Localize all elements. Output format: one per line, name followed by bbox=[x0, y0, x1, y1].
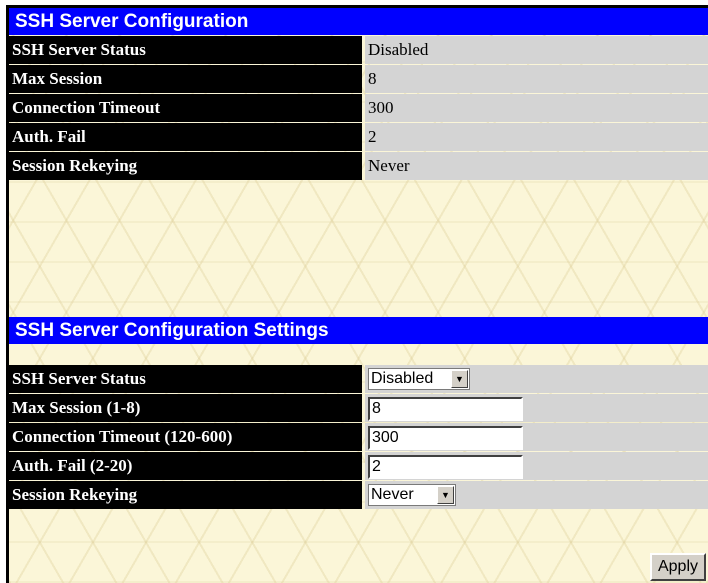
ssh-server-configuration-title: SSH Server Configuration bbox=[9, 8, 708, 35]
row-label: Session Rekeying bbox=[9, 152, 362, 180]
status-row-ssh-server-status: SSH Server Status Disabled bbox=[9, 36, 708, 65]
connection-timeout-input[interactable] bbox=[368, 426, 523, 450]
settings-row-session-rekeying: Session Rekeying Never ▼ bbox=[9, 481, 708, 510]
chevron-down-icon[interactable]: ▼ bbox=[451, 370, 468, 388]
row-label: Auth. Fail (2-20) bbox=[9, 452, 362, 480]
status-row-auth-fail: Auth. Fail 2 bbox=[9, 123, 708, 152]
status-row-max-session: Max Session 8 bbox=[9, 65, 708, 94]
row-value: 2 bbox=[365, 123, 708, 151]
row-value-cell: Never ▼ bbox=[365, 481, 708, 509]
settings-row-ssh-server-status: SSH Server Status Disabled ▼ bbox=[9, 365, 708, 394]
row-label: Auth. Fail bbox=[9, 123, 362, 151]
row-label: SSH Server Status bbox=[9, 36, 362, 64]
row-value: 8 bbox=[365, 65, 708, 93]
ssh-config-panel: SSH Server Configuration SSH Server Stat… bbox=[6, 5, 708, 583]
row-value-cell bbox=[365, 394, 708, 422]
session-rekeying-select[interactable]: Never ▼ bbox=[368, 484, 456, 506]
row-value: 300 bbox=[365, 94, 708, 122]
row-value-cell bbox=[365, 452, 708, 480]
row-value: Never bbox=[365, 152, 708, 180]
settings-row-max-session: Max Session (1-8) bbox=[9, 394, 708, 423]
row-value-cell: Disabled ▼ bbox=[365, 365, 708, 393]
row-value: Disabled bbox=[365, 36, 708, 64]
row-label: SSH Server Status bbox=[9, 365, 362, 393]
max-session-input[interactable] bbox=[368, 397, 523, 421]
row-label: Connection Timeout (120-600) bbox=[9, 423, 362, 451]
settings-row-auth-fail: Auth. Fail (2-20) bbox=[9, 452, 708, 481]
row-label: Session Rekeying bbox=[9, 481, 362, 509]
auth-fail-input[interactable] bbox=[368, 455, 523, 479]
status-row-connection-timeout: Connection Timeout 300 bbox=[9, 94, 708, 123]
apply-button[interactable]: Apply bbox=[650, 553, 706, 581]
chevron-down-icon[interactable]: ▼ bbox=[437, 486, 454, 504]
ssh-server-status-select[interactable]: Disabled ▼ bbox=[368, 368, 470, 390]
row-label: Max Session bbox=[9, 65, 362, 93]
status-row-session-rekeying: Session Rekeying Never bbox=[9, 152, 708, 181]
row-label: Connection Timeout bbox=[9, 94, 362, 122]
select-value: Never bbox=[371, 486, 414, 503]
ssh-server-configuration-settings-title: SSH Server Configuration Settings bbox=[9, 317, 708, 344]
select-value: Disabled bbox=[371, 370, 434, 387]
row-value-cell bbox=[365, 423, 708, 451]
row-label: Max Session (1-8) bbox=[9, 394, 362, 422]
settings-row-connection-timeout: Connection Timeout (120-600) bbox=[9, 423, 708, 452]
